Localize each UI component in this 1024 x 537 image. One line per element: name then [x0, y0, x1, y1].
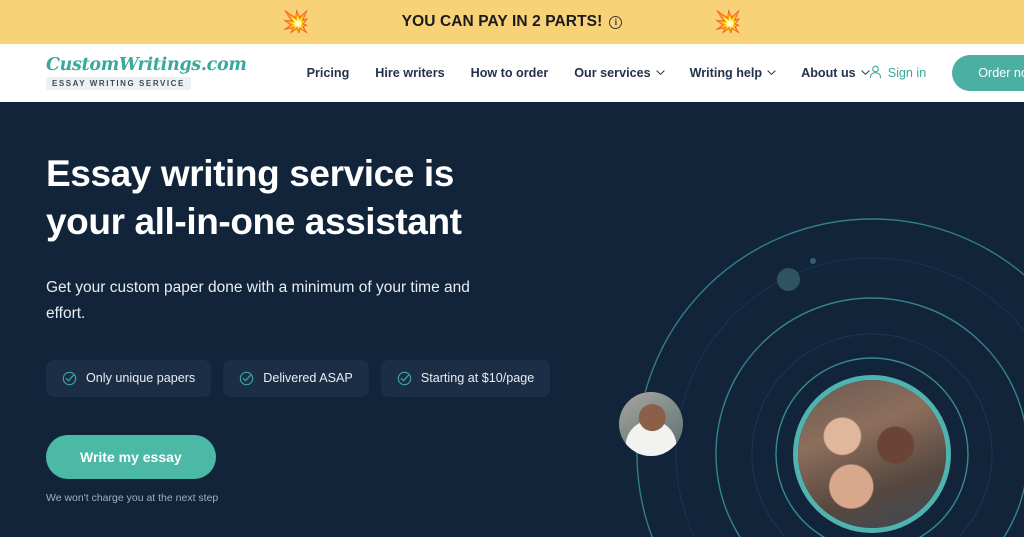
avatar-student-left — [619, 392, 683, 456]
badge-label: Only unique papers — [86, 371, 196, 386]
decor-dot-small — [810, 258, 816, 264]
nav-label: Hire writers — [375, 66, 445, 80]
hero-content: Essay writing service is your all-in-one… — [46, 150, 586, 504]
logo[interactable]: CustomWritings.com ESSAY WRITING SERVICE — [46, 54, 247, 90]
write-my-essay-button[interactable]: Write my essay — [46, 434, 216, 479]
logo-tagline: ESSAY WRITING SERVICE — [46, 77, 191, 90]
decor-dot-large — [777, 268, 800, 291]
badge-only-unique-papers: Only unique papers — [46, 359, 212, 397]
collision-emoji-right: 💥 — [714, 9, 742, 34]
check-circle-icon — [62, 371, 77, 386]
hero-subtitle: Get your custom paper done with a minimu… — [46, 279, 470, 322]
header-actions: Sign in Order now — [869, 55, 1024, 91]
promo-text: YOU CAN PAY IN 2 PARTS! — [401, 13, 603, 30]
site-header: CustomWritings.com ESSAY WRITING SERVICE… — [0, 44, 1024, 102]
chevron-down-icon — [655, 68, 665, 76]
nav-item-how-to-order[interactable]: How to order — [471, 66, 549, 80]
nav-item-about-us[interactable]: About us — [801, 66, 870, 80]
badge-label: Delivered ASAP — [263, 371, 353, 386]
collision-emoji-left: 💥 — [282, 9, 310, 34]
promo-banner: 💥 YOU CAN PAY IN 2 PARTS! i 💥 — [0, 0, 1024, 44]
user-icon — [869, 65, 882, 82]
avatar-group-main — [793, 375, 951, 533]
nav-label: Pricing — [306, 66, 350, 80]
nav-item-hire-writers[interactable]: Hire writers — [375, 66, 444, 80]
chevron-down-icon — [861, 68, 870, 76]
chevron-down-icon — [767, 68, 776, 76]
page-title: Essay writing service is your all-in-one… — [46, 150, 586, 245]
badge-label: Starting at $10/page — [420, 371, 535, 386]
nav-item-writing-help[interactable]: Writing help — [690, 66, 776, 80]
avatar-photo — [619, 392, 683, 456]
nav-label: How to order — [470, 66, 549, 80]
check-circle-icon — [239, 371, 254, 386]
nav-item-our-services[interactable]: Our services — [574, 66, 665, 80]
info-icon[interactable]: i — [609, 15, 623, 29]
main-navigation: Pricing Hire writers How to order Our se… — [307, 66, 870, 80]
hero-title-line-1: Essay writing service is — [46, 153, 454, 194]
badge-delivered-asap: Delivered ASAP — [223, 359, 369, 397]
logo-wordmark: CustomWritings.com — [46, 54, 247, 75]
cta-area: Write my essay We won't charge you at th… — [46, 434, 586, 504]
sign-in-link[interactable]: Sign in — [869, 65, 927, 82]
order-now-button[interactable]: Order now — [952, 55, 1024, 91]
nav-label: Our services — [574, 66, 651, 80]
badge-starting-price: Starting at $10/page — [380, 359, 551, 397]
check-circle-icon — [397, 371, 412, 386]
feature-badge-list: Only unique papers Delivered ASAP Starti… — [46, 359, 586, 397]
nav-label: Writing help — [689, 66, 763, 80]
sign-in-label: Sign in — [887, 66, 927, 80]
hero-section: Essay writing service is your all-in-one… — [0, 102, 1024, 537]
nav-label: About us — [801, 66, 856, 80]
nav-item-pricing[interactable]: Pricing — [307, 66, 350, 80]
avatar-photo — [798, 380, 946, 528]
hero-title-line-2: your all-in-one assistant — [46, 200, 462, 242]
cta-note: We won't charge you at the next step — [46, 491, 219, 504]
